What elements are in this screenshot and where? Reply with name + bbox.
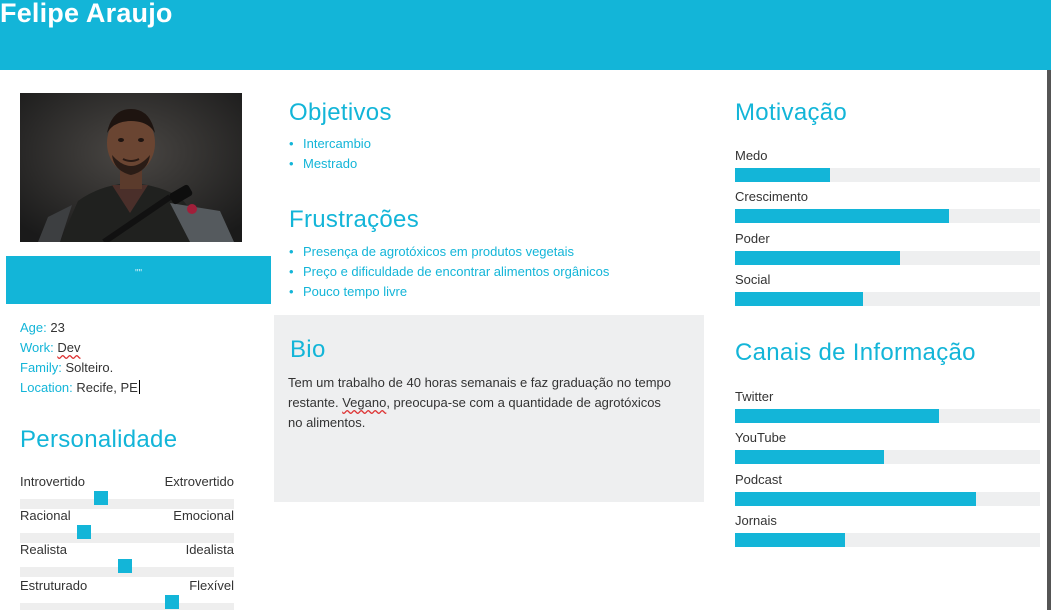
meter-label: Crescimento bbox=[735, 189, 808, 204]
bio-text[interactable]: Tem um trabalho de 40 horas semanais e f… bbox=[288, 373, 678, 433]
meter-label: Social bbox=[735, 272, 771, 287]
frustrations-title: Frustrações bbox=[289, 206, 420, 233]
trait-slider-track[interactable] bbox=[20, 595, 234, 610]
header-bar: Felipe Araujo bbox=[0, 0, 1051, 70]
meter-fill bbox=[735, 492, 976, 506]
trait-estruturado-flexivel: Estruturado Flexível bbox=[20, 578, 234, 610]
info-label: Family: bbox=[20, 360, 62, 375]
trait-left-label: Introvertido bbox=[20, 474, 86, 489]
info-location[interactable]: Location: Recife, PE bbox=[20, 378, 140, 398]
trait-slider-track[interactable] bbox=[20, 559, 234, 577]
objectives-list: Intercambio Mestrado bbox=[289, 134, 371, 174]
spellcheck-word[interactable]: Vegano bbox=[342, 395, 386, 410]
meter-fill bbox=[735, 533, 845, 547]
list-item: Mestrado bbox=[289, 154, 371, 174]
meter-track bbox=[735, 292, 1040, 306]
info-work: Work: Dev bbox=[20, 338, 140, 358]
trait-introvertido-extrovertido: Introvertido Extrovertido bbox=[20, 474, 234, 509]
info-value: 23 bbox=[50, 320, 65, 335]
meter-label: Medo bbox=[735, 148, 768, 163]
meter-fill bbox=[735, 450, 885, 464]
motivation-item: Medo bbox=[735, 148, 1040, 182]
info-label: Age: bbox=[20, 320, 47, 335]
trait-left-label: Realista bbox=[20, 542, 67, 557]
trait-right-label: Extrovertido bbox=[164, 474, 234, 489]
trait-right-label: Idealista bbox=[185, 542, 234, 557]
personality-title: Personalidade bbox=[20, 426, 178, 453]
channel-item: Jornais bbox=[735, 513, 1040, 547]
meter-label: Twitter bbox=[735, 389, 774, 404]
meter-track bbox=[735, 209, 1040, 223]
persona-info: Age: 23 Work: Dev Family: Solteiro. Loca… bbox=[20, 318, 140, 398]
meter-track bbox=[735, 533, 1040, 547]
quote-banner: "" bbox=[6, 256, 271, 304]
info-family: Family: Solteiro. bbox=[20, 358, 140, 378]
info-age: Age: 23 bbox=[20, 318, 140, 338]
frustrations-list: Presença de agrotóxicos em produtos vege… bbox=[289, 242, 609, 302]
text-cursor bbox=[138, 380, 140, 394]
channel-item: Podcast bbox=[735, 472, 1040, 506]
quote-text: "" bbox=[134, 268, 143, 279]
meter-fill bbox=[735, 168, 830, 182]
meter-label: Podcast bbox=[735, 472, 782, 487]
motivation-item: Poder bbox=[735, 231, 1040, 265]
motivation-title: Motivação bbox=[735, 99, 848, 126]
objectives-title: Objetivos bbox=[289, 99, 392, 126]
bio-title: Bio bbox=[290, 336, 326, 363]
portrait-image bbox=[20, 93, 242, 242]
trait-right-label: Flexível bbox=[189, 578, 234, 593]
info-value: Dev bbox=[57, 340, 81, 355]
meter-label: Jornais bbox=[735, 513, 777, 528]
motivation-item: Social bbox=[735, 272, 1040, 306]
channel-item: YouTube bbox=[735, 430, 1040, 464]
info-label: Location: bbox=[20, 380, 73, 395]
info-label: Work: bbox=[20, 340, 54, 355]
trait-racional-emocional: Racional Emocional bbox=[20, 508, 234, 543]
channel-item: Twitter bbox=[735, 389, 1040, 423]
persona-name: Felipe Araujo bbox=[0, 0, 173, 28]
trait-left-label: Racional bbox=[20, 508, 71, 523]
meter-track bbox=[735, 251, 1040, 265]
meter-fill bbox=[735, 292, 864, 306]
list-item: Pouco tempo livre bbox=[289, 282, 609, 302]
meter-label: YouTube bbox=[735, 430, 787, 445]
list-item: Preço e dificuldade de encontrar aliment… bbox=[289, 262, 609, 282]
meter-track bbox=[735, 168, 1040, 182]
window-edge bbox=[1047, 70, 1051, 610]
channels-title: Canais de Informação bbox=[735, 339, 976, 366]
trait-slider-handle[interactable] bbox=[164, 595, 179, 609]
trait-slider-handle[interactable] bbox=[77, 525, 92, 539]
meter-fill bbox=[735, 409, 940, 423]
trait-realista-idealista: Realista Idealista bbox=[20, 542, 234, 577]
info-value[interactable]: Recife, PE bbox=[76, 380, 137, 395]
list-item: Intercambio bbox=[289, 134, 371, 154]
list-item: Presença de agrotóxicos em produtos vege… bbox=[289, 242, 609, 262]
meter-track bbox=[735, 492, 1040, 506]
meter-track bbox=[735, 450, 1040, 464]
persona-photo bbox=[20, 93, 242, 242]
bio-panel: Bio Tem um trabalho de 40 horas semanais… bbox=[274, 315, 704, 502]
trait-slider-handle[interactable] bbox=[94, 491, 109, 505]
motivation-item: Crescimento bbox=[735, 189, 1040, 223]
trait-left-label: Estruturado bbox=[20, 578, 88, 593]
meter-track bbox=[735, 409, 1040, 423]
trait-right-label: Emocional bbox=[173, 508, 234, 523]
info-value: Solteiro. bbox=[65, 360, 114, 375]
meter-fill bbox=[735, 251, 900, 265]
trait-slider-handle[interactable] bbox=[117, 559, 132, 573]
meter-fill bbox=[735, 209, 949, 223]
meter-label: Poder bbox=[735, 231, 770, 246]
